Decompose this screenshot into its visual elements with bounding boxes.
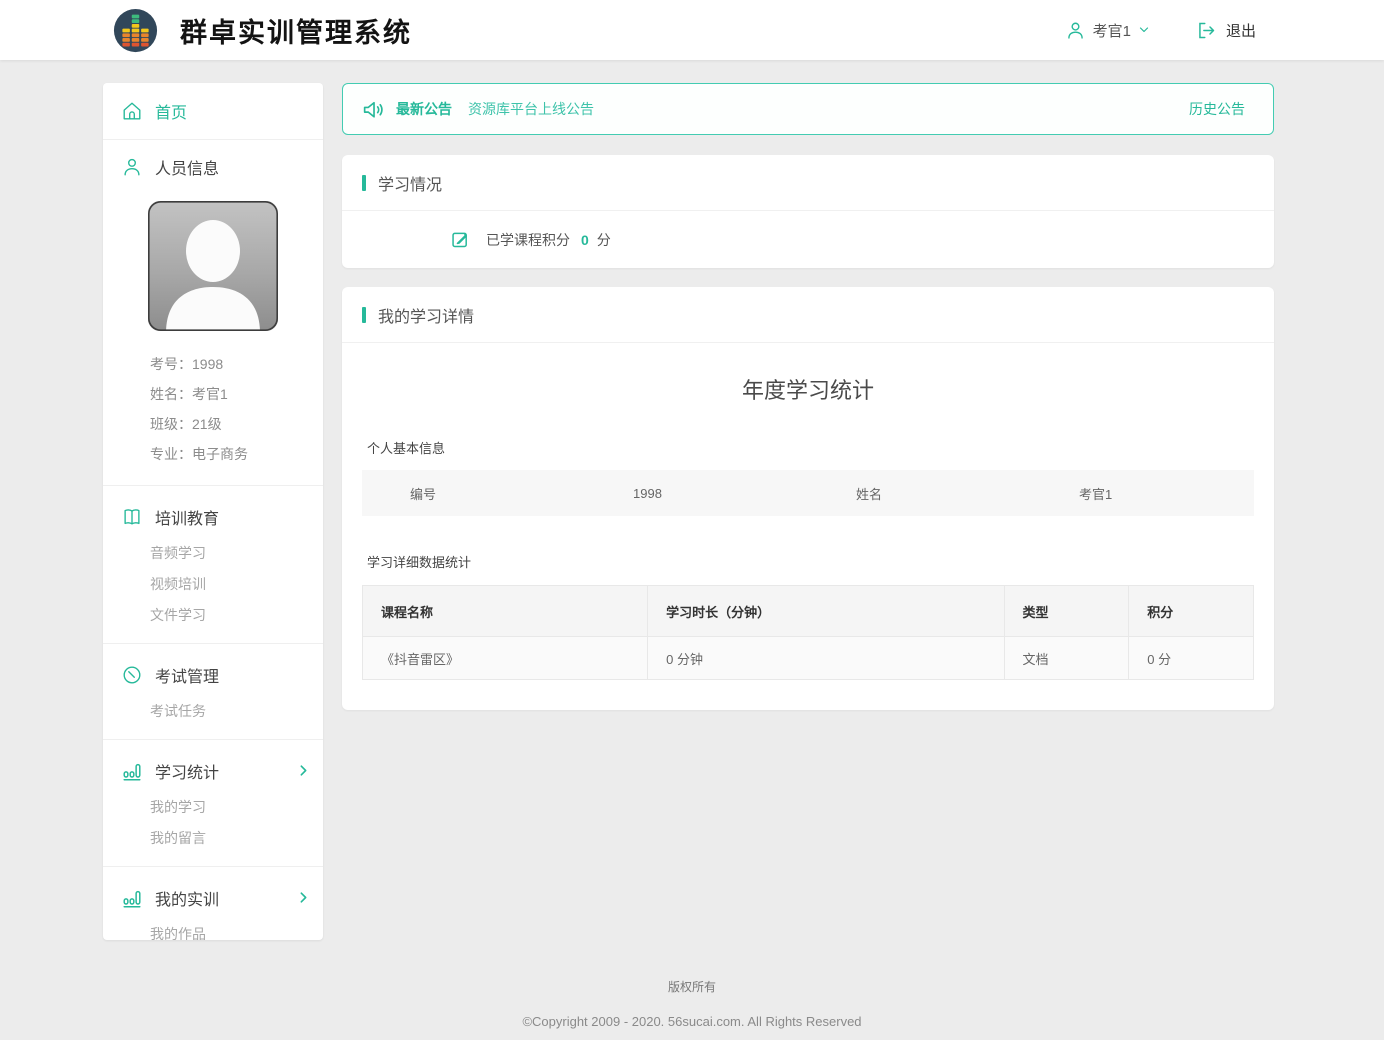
app-header: 群卓实训管理系统 考官1 退出 [0,0,1384,60]
card-title: 我的学习详情 [378,303,474,327]
name-value: 考官1 [1031,484,1254,503]
speaker-icon [361,97,386,122]
bar-chart-icon [121,887,143,909]
logout-label: 退出 [1226,20,1256,41]
sidebar-item-exam-tasks[interactable]: 考试任务 [103,696,323,727]
copyright-text: ©Copyright 2009 - 2020. 56sucai.com. All… [0,1014,1384,1029]
learning-status-card: 学习情况 已学课程积分 0 分 [342,155,1274,268]
card-header: 学习情况 [342,155,1274,211]
sidebar-item-label: 首页 [155,99,187,123]
column-header-score: 积分 [1129,586,1254,637]
learning-detail-card: 我的学习详情 年度学习统计 个人基本信息 编号 1998 姓名 考官1 学习详细… [342,287,1274,710]
sidebar-item-label: 我的实训 [155,886,219,910]
score-label: 已学课程积分 [486,230,570,250]
announcement-bar: 最新公告 资源库平台上线公告 历史公告 [342,83,1274,135]
avatar [148,201,278,331]
footer: 版权所有 ©Copyright 2009 - 2020. 56sucai.com… [0,978,1384,1029]
sidebar-item-audio-study[interactable]: 音频学习 [103,538,323,569]
sidebar-item-label: 考试管理 [155,663,219,687]
sidebar-item-person-info[interactable]: 人员信息 [103,140,323,193]
sidebar-group-stats: 学习统计 我的学习 我的留言 [103,740,323,867]
person-icon [121,156,143,178]
clock-icon [121,664,143,686]
cell-duration: 0 分钟 [648,637,1004,680]
announcement-link[interactable]: 资源库平台上线公告 [468,99,594,119]
sidebar-item-my-messages[interactable]: 我的留言 [103,823,323,854]
sidebar-item-file-study[interactable]: 文件学习 [103,600,323,631]
app-logo-icon [113,8,158,53]
detail-stats-label: 学习详细数据统计 [367,552,1254,571]
book-icon [121,506,143,528]
latest-announcement-label: 最新公告 [396,99,452,119]
learning-status-body: 已学课程积分 0 分 [342,211,1274,268]
sidebar-item-training[interactable]: 培训教育 [103,496,323,538]
profile-name: 姓名：考官1 [150,379,323,409]
sidebar-group-training: 培训教育 音频学习 视频培训 文件学习 [103,486,323,644]
accent-bar [362,175,366,191]
profile-exam-no: 考号：1998 [150,349,323,379]
profile-major: 专业：电子商务 [150,439,323,469]
sidebar-item-home[interactable]: 首页 [103,83,323,140]
id-label: 编号 [362,484,585,503]
chevron-right-icon [297,764,310,777]
cell-course-name: 《抖音雷区》 [363,637,648,680]
column-header-duration: 学习时长（分钟） [648,586,1004,637]
profile-class: 班级：21级 [150,409,323,439]
basic-info-label: 个人基本信息 [367,438,1254,457]
id-value: 1998 [585,486,808,501]
brand: 群卓实训管理系统 [113,8,412,53]
accent-bar [362,307,366,323]
sidebar-item-exam-management[interactable]: 考试管理 [103,654,323,696]
sidebar-group-exam: 考试管理 考试任务 [103,644,323,740]
main-content: 最新公告 资源库平台上线公告 历史公告 学习情况 已学课程积分 0 分 我的学习… [342,83,1274,710]
sidebar-item-learning-stats[interactable]: 学习统计 [103,750,323,792]
edit-icon [450,229,471,250]
chevron-down-icon [1138,24,1150,36]
sidebar-item-label: 培训教育 [155,505,219,529]
copyright-label: 版权所有 [0,978,1384,995]
name-label: 姓名 [808,484,1031,503]
annual-stats-heading: 年度学习统计 [362,343,1254,405]
page-title: 群卓实训管理系统 [180,11,412,50]
sidebar: 首页 人员信息 考号：1998 [103,83,323,940]
logout-button[interactable]: 退出 [1196,20,1256,41]
sidebar-item-label: 学习统计 [155,759,219,783]
learning-detail-body: 年度学习统计 个人基本信息 编号 1998 姓名 考官1 学习详细数据统计 课程… [342,343,1274,710]
cell-type: 文档 [1004,637,1129,680]
bar-chart-icon [121,760,143,782]
card-header: 我的学习详情 [342,287,1274,343]
chevron-right-icon [297,891,310,904]
basic-info-row: 编号 1998 姓名 考官1 [362,470,1254,516]
sidebar-item-video-training[interactable]: 视频培训 [103,569,323,600]
sidebar-item-label: 人员信息 [155,155,219,179]
card-title: 学习情况 [378,171,442,195]
profile-info: 考号：1998 姓名：考官1 班级：21级 专业：电子商务 [103,347,323,486]
sidebar-group-practice: 我的实训 我的作品 作品列表 [103,867,323,940]
column-header-type: 类型 [1004,586,1129,637]
user-icon [1065,20,1086,41]
column-header-course: 课程名称 [363,586,648,637]
score-value: 0 [581,232,589,248]
score-unit: 分 [597,230,611,250]
table-row: 《抖音雷区》 0 分钟 文档 0 分 [363,637,1254,680]
table-header-row: 课程名称 学习时长（分钟） 类型 积分 [363,586,1254,637]
sidebar-item-my-learning[interactable]: 我的学习 [103,792,323,823]
header-actions: 考官1 退出 [1065,20,1256,41]
user-name: 考官1 [1093,20,1131,41]
home-icon [121,100,143,122]
user-menu[interactable]: 考官1 [1065,20,1150,41]
cell-score: 0 分 [1129,637,1254,680]
learning-detail-table: 课程名称 学习时长（分钟） 类型 积分 《抖音雷区》 0 分钟 文档 0 分 [362,585,1254,680]
logout-icon [1196,20,1217,41]
sidebar-item-my-works[interactable]: 我的作品 [103,919,323,940]
sidebar-item-my-practice[interactable]: 我的实训 [103,877,323,919]
history-announcements-link[interactable]: 历史公告 [1189,99,1245,119]
